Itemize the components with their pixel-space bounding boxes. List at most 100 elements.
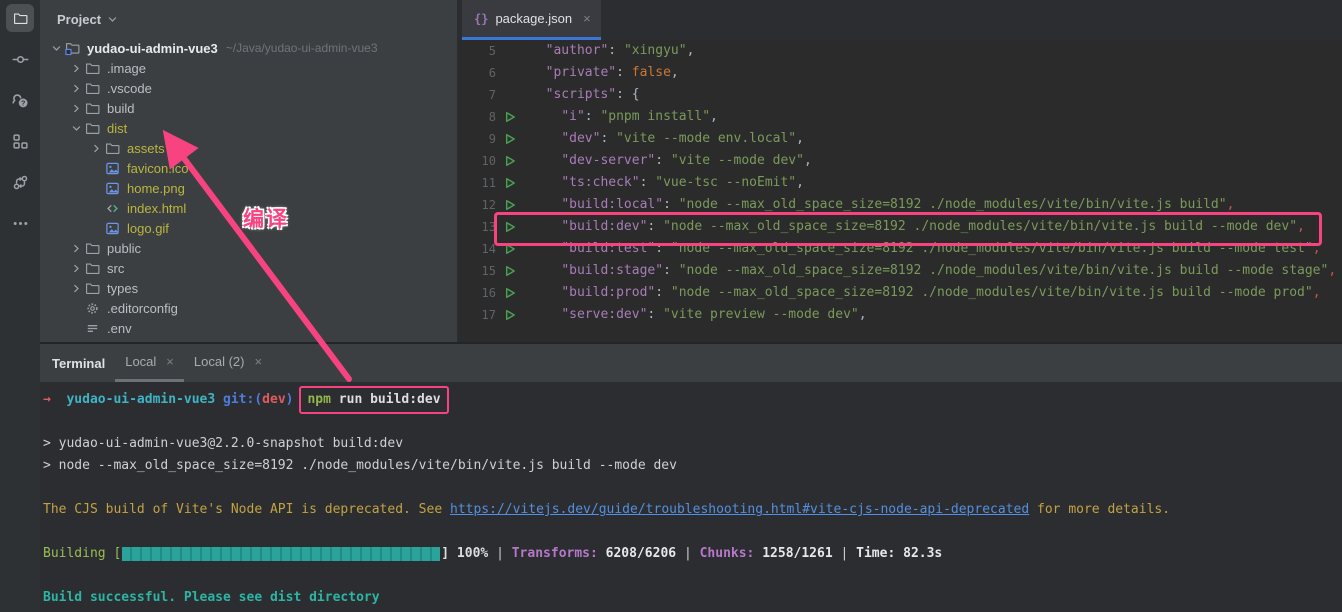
code-line-15[interactable]: 15 "build:stage": "node --max_old_space_… (458, 260, 1342, 282)
chev-right-icon[interactable] (70, 282, 83, 295)
run-icon[interactable] (503, 198, 517, 212)
image-file-icon (105, 161, 120, 176)
code-line-5[interactable]: 5 "author": "xingyu", (458, 40, 1342, 62)
folder-icon (13, 11, 28, 26)
terminal-line-deprecation-warning: The CJS build of Vite's Node API is depr… (43, 499, 1342, 521)
terminal-tab-Local[interactable]: Local× (115, 344, 184, 382)
close-icon[interactable]: × (166, 354, 174, 369)
tree-item-logo.gif[interactable]: logo.gif (40, 218, 457, 238)
tree-item-label: dist (105, 121, 127, 136)
tree-item-assets[interactable]: assets (40, 138, 457, 158)
tree-item-label: yudao-ui-admin-vue3 (85, 41, 218, 56)
code-line-6[interactable]: 6 "private": false, (458, 62, 1342, 84)
code-text: "author": "xingyu", (520, 40, 694, 62)
run-icon[interactable] (503, 264, 517, 278)
tree-item-label: .env (105, 321, 132, 336)
run-icon[interactable] (503, 154, 517, 168)
tree-item-.image[interactable]: .image (40, 58, 457, 78)
run-icon[interactable] (503, 132, 517, 146)
chev-down-icon[interactable] (50, 42, 63, 55)
chevron-down-icon[interactable] (106, 13, 119, 26)
chev-right-icon[interactable] (70, 262, 83, 275)
tree-item-types[interactable]: types (40, 278, 457, 298)
code-line-11[interactable]: 11 "ts:check": "vue-tsc --noEmit", (458, 172, 1342, 194)
vcs-icon (12, 174, 29, 191)
code-line-14[interactable]: 14 "build:test": "node --max_old_space_s… (458, 238, 1342, 260)
tree-item-dist[interactable]: dist (40, 118, 457, 138)
code-line-7[interactable]: 7 "scripts": { (458, 84, 1342, 106)
tree-item-build[interactable]: build (40, 98, 457, 118)
tree-item-label: types (105, 281, 138, 296)
folder-icon (105, 141, 120, 156)
code-area[interactable]: 5 "author": "xingyu",6 "private": false,… (458, 40, 1342, 342)
close-icon[interactable]: × (583, 11, 591, 26)
tree-item-.vscode[interactable]: .vscode (40, 78, 457, 98)
code-line-17[interactable]: 17 "serve:dev": "vite preview --mode dev… (458, 304, 1342, 326)
code-line-9[interactable]: 9 "dev": "vite --mode env.local", (458, 128, 1342, 150)
chev-down-icon[interactable] (70, 122, 83, 135)
code-line-16[interactable]: 16 "build:prod": "node --max_old_space_s… (458, 282, 1342, 304)
tab-package-json[interactable]: {} package.json × (462, 0, 601, 40)
help-users-icon: ? (11, 91, 29, 109)
chev-right-icon[interactable] (70, 82, 83, 95)
json-file-icon: {} (474, 12, 488, 26)
activity-version-control-button[interactable] (6, 168, 34, 196)
tree-item-public[interactable]: public (40, 238, 457, 258)
tree-item-label: logo.gif (125, 221, 169, 236)
line-number: 7 (458, 84, 496, 106)
structure-icon (12, 133, 29, 150)
activity-more-button[interactable] (6, 209, 34, 237)
tree-item-.env[interactable]: .env (40, 318, 457, 338)
code-text: "build:test": "node --max_old_space_size… (520, 238, 1321, 260)
activity-structure-button[interactable] (6, 127, 34, 155)
chev-right-icon[interactable] (70, 242, 83, 255)
line-number: 5 (458, 40, 496, 62)
tree-item-label: home.png (125, 181, 185, 196)
tree-item-src[interactable]: src (40, 258, 457, 278)
tree-item-.editorconfig[interactable]: .editorconfig (40, 298, 457, 318)
run-icon[interactable] (503, 176, 517, 190)
terminal-line-blank (43, 521, 1342, 543)
tree-item-label: assets (125, 141, 165, 156)
code-line-12[interactable]: 12 "build:local": "node --max_old_space_… (458, 194, 1342, 216)
code-line-13[interactable]: 13 "build:dev": "node --max_old_space_si… (458, 216, 1342, 238)
code-text: "build:prod": "node --max_old_space_size… (520, 282, 1321, 304)
tree-item-index.html[interactable]: index.html (40, 198, 457, 218)
chev-right-icon[interactable] (70, 62, 83, 75)
chev-right-icon[interactable] (70, 102, 83, 115)
run-icon[interactable] (503, 110, 517, 124)
tab-label: package.json (495, 11, 572, 26)
activity-commit-button[interactable] (6, 45, 34, 73)
vite-troubleshooting-link[interactable]: https://vitejs.dev/guide/troubleshooting… (450, 499, 1029, 521)
terminal-output[interactable]: → yudao-ui-admin-vue3 git:(dev)npm run b… (40, 382, 1342, 609)
chev-right-icon[interactable] (90, 142, 103, 155)
close-icon[interactable]: × (254, 354, 262, 369)
project-panel-title: Project (57, 12, 101, 27)
image-file-icon (105, 221, 120, 236)
terminal-tab-Local (2)[interactable]: Local (2)× (184, 344, 272, 382)
run-icon[interactable] (503, 220, 517, 234)
folder-icon (85, 281, 100, 296)
html-file-icon (105, 201, 120, 216)
tree-item-yudao-ui-admin-vue3[interactable]: yudao-ui-admin-vue3~/Java/yudao-ui-admin… (40, 38, 457, 58)
code-text: "serve:dev": "vite preview --mode dev", (520, 304, 867, 326)
svg-text:?: ? (21, 99, 25, 108)
terminal-line-build-progress: Building [] 100% | Transforms: 6208/6206… (43, 543, 1342, 565)
folder-icon (85, 61, 100, 76)
env-file-icon (85, 321, 100, 336)
code-line-8[interactable]: 8 "i": "pnpm install", (458, 106, 1342, 128)
project-panel-header[interactable]: Project (40, 0, 457, 38)
run-icon[interactable] (503, 242, 517, 256)
tree-item-favicon.ico[interactable]: favicon.ico (40, 158, 457, 178)
run-icon[interactable] (503, 286, 517, 300)
code-text: "dev-server": "vite --mode dev", (520, 150, 812, 172)
tree-item-label: src (105, 261, 124, 276)
run-icon[interactable] (503, 308, 517, 322)
terminal-line-blank (43, 411, 1342, 433)
activity-pull-requests-button[interactable]: ? (6, 86, 34, 114)
activity-project-button[interactable] (6, 4, 34, 32)
tree-item-home.png[interactable]: home.png (40, 178, 457, 198)
gear-icon (85, 301, 100, 316)
code-line-10[interactable]: 10 "dev-server": "vite --mode dev", (458, 150, 1342, 172)
line-number: 9 (458, 128, 496, 150)
